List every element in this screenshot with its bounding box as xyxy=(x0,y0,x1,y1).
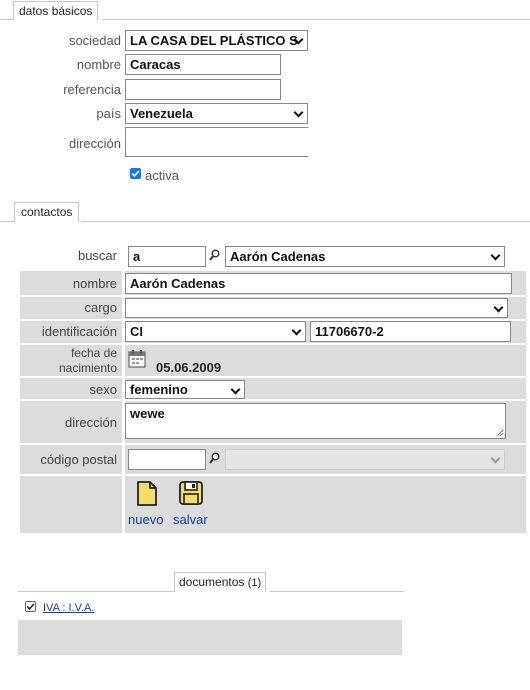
identificacion-type-select[interactable]: CI xyxy=(125,321,306,342)
pais-value: Venezuela xyxy=(130,106,193,121)
tab-datos-basicos[interactable]: datos básicos xyxy=(13,1,99,20)
identificacion-type-value: CI xyxy=(130,324,143,339)
tab-documentos-label: documentos xyxy=(179,575,245,589)
label-identificacion: identificación xyxy=(41,324,117,339)
buscar-result-select[interactable]: Aarón Cadenas xyxy=(225,246,505,267)
contact-nombre-value: Aarón Cadenas xyxy=(130,276,226,291)
tab-rule-right-3 xyxy=(270,591,404,592)
label-contact-direccion: dirección xyxy=(64,415,117,430)
label-buscar: buscar xyxy=(77,248,117,263)
label-cargo: cargo xyxy=(84,300,117,315)
search-icon[interactable] xyxy=(209,452,220,464)
identificacion-number-value: 11706670-2 xyxy=(315,324,384,339)
codigo-postal-input[interactable] xyxy=(128,449,206,470)
calendar-icon[interactable] xyxy=(128,349,146,368)
row-sep xyxy=(20,399,526,401)
label-fecha-line1: fecha de xyxy=(70,346,117,360)
tab-rule-right-2 xyxy=(81,221,530,222)
nombre-input[interactable]: Caracas xyxy=(125,54,281,75)
check-icon xyxy=(26,603,35,611)
label-codigo-postal: código postal xyxy=(40,452,117,467)
sexo-value: femenino xyxy=(130,382,188,397)
row-sep xyxy=(20,343,526,345)
direccion-textarea[interactable] xyxy=(125,127,308,157)
tab-documentos[interactable]: documentos (1) xyxy=(174,572,267,592)
row-sep xyxy=(20,295,526,297)
documents-footer xyxy=(18,620,402,655)
contact-direccion-textarea[interactable]: wewe xyxy=(125,403,506,439)
check-icon xyxy=(131,170,140,178)
tab-rule-left-2 xyxy=(0,221,14,222)
tab-contactos-label: contactos xyxy=(21,205,73,219)
row-sep xyxy=(20,443,526,445)
identificacion-number-input[interactable]: 11706670-2 xyxy=(310,321,511,342)
label-contact-nombre: nombre xyxy=(72,276,117,291)
tab-rule-right xyxy=(102,19,530,20)
document-link[interactable]: IVA : I.V.A. xyxy=(43,602,94,614)
new-button[interactable]: nuevo xyxy=(128,512,163,527)
nombre-value: Caracas xyxy=(130,57,181,72)
sociedad-select[interactable]: LA CASA DEL PLÁSTICO S xyxy=(125,30,308,51)
activa-checkbox[interactable] xyxy=(130,168,141,179)
buscar-value: a xyxy=(133,249,141,264)
floppy-disk-icon[interactable] xyxy=(178,480,204,506)
label-nombre: nombre xyxy=(76,57,121,72)
tab-rule-left-3 xyxy=(18,591,174,592)
tab-rule-left xyxy=(0,19,13,20)
label-sexo: sexo xyxy=(89,382,117,397)
activa-label: activa xyxy=(145,168,179,183)
label-pais: país xyxy=(96,106,121,121)
contact-nombre-input[interactable]: Aarón Cadenas xyxy=(125,273,512,294)
cargo-select[interactable] xyxy=(125,298,508,318)
tab-contactos[interactable]: contactos xyxy=(14,202,80,222)
tab-documentos-count: (1) xyxy=(247,577,262,589)
sexo-select[interactable]: femenino xyxy=(125,380,245,399)
new-document-icon[interactable] xyxy=(136,480,158,507)
document-checkbox[interactable] xyxy=(25,601,36,612)
label-fecha-nacimiento: fecha de nacimiento xyxy=(20,346,117,376)
label-sociedad: sociedad xyxy=(68,33,121,48)
resize-grip-icon[interactable] xyxy=(496,429,504,437)
buscar-input[interactable]: a xyxy=(128,246,206,267)
buscar-result-value: Aarón Cadenas xyxy=(230,249,326,264)
fecha-value: 05.06.2009 xyxy=(156,360,222,375)
label-referencia: referencia xyxy=(63,82,121,97)
search-icon[interactable] xyxy=(209,249,220,261)
sociedad-value: LA CASA DEL PLÁSTICO S xyxy=(130,33,298,48)
pais-select[interactable]: Venezuela xyxy=(125,103,308,124)
codigo-postal-result-select[interactable] xyxy=(225,449,505,470)
label-fecha-line2: nacimiento xyxy=(58,361,117,375)
contact-direccion-value: wewe xyxy=(130,406,165,421)
save-button[interactable]: salvar xyxy=(173,512,208,527)
label-direccion: dirección xyxy=(68,136,121,151)
referencia-input[interactable] xyxy=(125,79,281,100)
row-sep xyxy=(20,474,526,476)
tab-datos-basicos-label: datos básicos xyxy=(19,4,93,18)
row-sep xyxy=(20,376,526,378)
